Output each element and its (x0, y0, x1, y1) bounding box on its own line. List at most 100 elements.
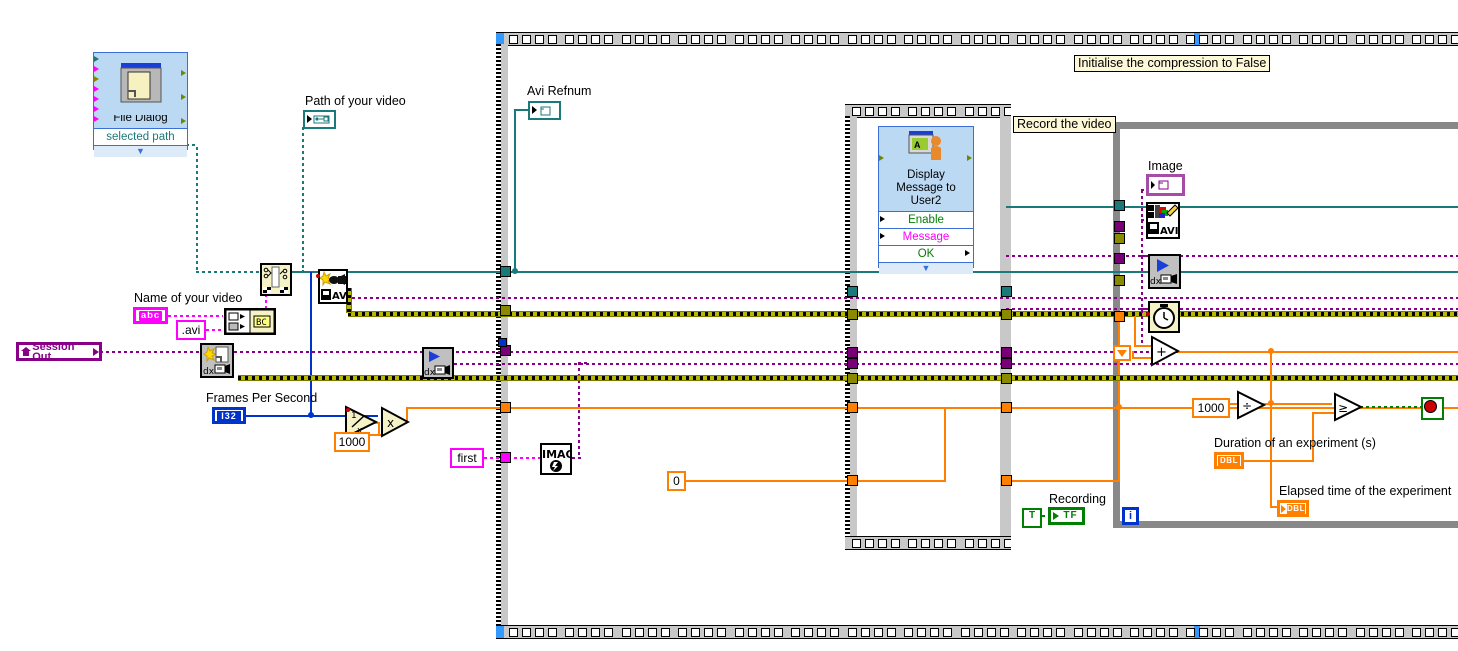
label-recording: Recording (1049, 492, 1106, 506)
wire-imaq-out (572, 457, 582, 459)
tunnel-purple-4[interactable] (1001, 347, 1012, 358)
tunnel-yellow-3[interactable] (847, 373, 858, 384)
imaq-grab-acquire-vi[interactable]: dx (1148, 254, 1181, 289)
tunnel-orange-1[interactable] (500, 402, 511, 413)
name-of-video-control[interactable]: abc (133, 307, 168, 324)
build-path-icon (262, 265, 290, 294)
sequence-nub-row (505, 33, 1458, 45)
add-function[interactable]: + (1150, 335, 1180, 367)
constant-zero[interactable]: 0 (667, 471, 686, 491)
tunnel-loop-purple-1[interactable] (1114, 221, 1125, 232)
wire-selected-path-h (196, 271, 264, 273)
stop-button-terminal[interactable] (1421, 397, 1444, 420)
tunnel-teal-3[interactable] (1001, 286, 1012, 297)
file-dialog-express-vi[interactable]: File Dialog selected path ▼ (93, 52, 188, 157)
frames-per-second-control[interactable]: I32 (212, 407, 246, 424)
label-name-of-your-video: Name of your video (134, 291, 243, 305)
tick-count-vi[interactable] (1148, 301, 1180, 333)
divide-function[interactable]: ÷ (1236, 390, 1266, 420)
tunnel-teal-2[interactable] (847, 286, 858, 297)
wire-imaq-top (578, 362, 590, 364)
multiply-function[interactable]: x (380, 406, 410, 438)
svg-text:≥: ≥ (1338, 401, 1348, 415)
constant-1000-left[interactable]: 1000 (334, 432, 370, 452)
build-path-function[interactable] (260, 263, 292, 296)
tunnel-magenta-1[interactable] (500, 452, 511, 463)
avi-extension-constant[interactable]: .avi (176, 320, 206, 340)
svg-text:1: 1 (351, 411, 357, 421)
display-message-enable-row[interactable]: Enable (879, 211, 973, 228)
comment-record-video: Record the video (1013, 116, 1116, 133)
tunnel-loop-yellow-2[interactable] (1114, 275, 1125, 286)
wire-zero-out (686, 480, 946, 482)
display-message-title-3: User2 (910, 195, 942, 207)
recording-indicator[interactable]: TF (1048, 507, 1085, 525)
session-out-label: Session Out (32, 340, 75, 363)
display-message-expand[interactable]: ▼ (879, 262, 973, 274)
tunnel-orange-3[interactable] (847, 475, 858, 486)
tunnel-yellow-5[interactable] (1001, 373, 1012, 384)
wire-add-out (1178, 351, 1458, 353)
imaq-configure-grab-icon: dx (202, 345, 232, 377)
constant-first[interactable]: first (450, 448, 484, 468)
wire-duration-out (1244, 460, 1314, 462)
greater-equal-function[interactable]: ≥ (1333, 392, 1363, 422)
loop-index-terminal[interactable]: i (1122, 507, 1139, 525)
imaq-icon: IMAQ (542, 448, 575, 472)
tunnel-orange-2[interactable] (847, 402, 858, 413)
imaq-grab-vi[interactable]: dx (422, 347, 454, 379)
session-out-control[interactable]: Session Out (16, 340, 102, 363)
tunnel-purple-3[interactable] (847, 358, 858, 369)
constant-1000-right[interactable]: 1000 (1192, 398, 1230, 418)
sequence-top-bar[interactable] (496, 32, 1458, 46)
tunnel-purple-5[interactable] (1001, 358, 1012, 369)
wire-buildpath-out (290, 271, 318, 273)
reciprocal-error-dot (346, 408, 350, 412)
path-of-your-video-indicator[interactable] (303, 110, 336, 129)
concatenate-strings-function[interactable]: BC (224, 308, 276, 335)
inner-seq-nubs-top (848, 105, 1011, 117)
sequence-frame-handle-3[interactable] (496, 626, 504, 638)
display-message-message-row[interactable]: Message (879, 228, 973, 245)
tunnel-blue-1[interactable] (498, 338, 507, 347)
sequence-bottom-bar[interactable] (496, 625, 1458, 639)
avi-create-vi[interactable]: AVI (318, 269, 351, 304)
avi-refnum-indicator[interactable] (528, 101, 561, 120)
tunnel-loop-purple-2[interactable] (1114, 253, 1125, 264)
elapsed-time-indicator[interactable]: DBL (1277, 500, 1309, 517)
file-dialog-selected-path-row[interactable]: selected path (94, 128, 187, 145)
imaq-vi-middle[interactable]: IMAQ (540, 443, 575, 475)
display-message-express-vi[interactable]: A Display Message to User2 Enable Messag… (878, 126, 974, 274)
file-dialog-icon-area (94, 53, 187, 115)
image-indicator[interactable] (1146, 174, 1185, 196)
tunnel-yellow-2[interactable] (847, 309, 858, 320)
display-message-title-1: Display (907, 169, 945, 181)
file-dialog-expand[interactable]: ▼ (94, 145, 187, 157)
tunnel-yellow-1[interactable] (500, 305, 511, 316)
multiply-icon: x (381, 406, 410, 438)
tunnel-orange-4[interactable] (1001, 402, 1012, 413)
tunnel-orange-5[interactable] (1001, 475, 1012, 486)
tunnel-teal-1[interactable] (500, 266, 511, 277)
avi-write-frame-vi[interactable]: AVI (1146, 202, 1180, 239)
tunnel-loop-teal[interactable] (1114, 200, 1125, 211)
duration-control[interactable]: DBL (1214, 452, 1244, 469)
tunnel-purple-2[interactable] (847, 347, 858, 358)
tunnel-loop-orange[interactable] (1114, 311, 1125, 322)
concatenate-strings-icon: BC (225, 309, 275, 334)
label-image: Image (1148, 159, 1183, 173)
display-message-icon-area: A (879, 127, 973, 169)
tunnel-yellow-4[interactable] (1001, 309, 1012, 320)
shift-register-down[interactable] (1113, 345, 1131, 361)
imaq-grab-icon: dx (424, 349, 452, 378)
tunnel-loop-yellow-1[interactable] (1114, 233, 1125, 244)
imaq-configure-grab-vi[interactable]: dx (200, 343, 234, 378)
inner-sequence-bottom-bar[interactable] (845, 536, 1011, 550)
display-message-enable-arrow-icon (880, 216, 885, 222)
true-constant[interactable]: T (1022, 508, 1042, 528)
avi-write-frame-icon: AVI (1148, 204, 1179, 237)
inner-sequence-top-bar[interactable] (845, 104, 1011, 118)
svg-text:AVI: AVI (1160, 226, 1178, 237)
add-icon: + (1151, 335, 1180, 367)
display-message-ok-row[interactable]: OK (879, 245, 973, 262)
